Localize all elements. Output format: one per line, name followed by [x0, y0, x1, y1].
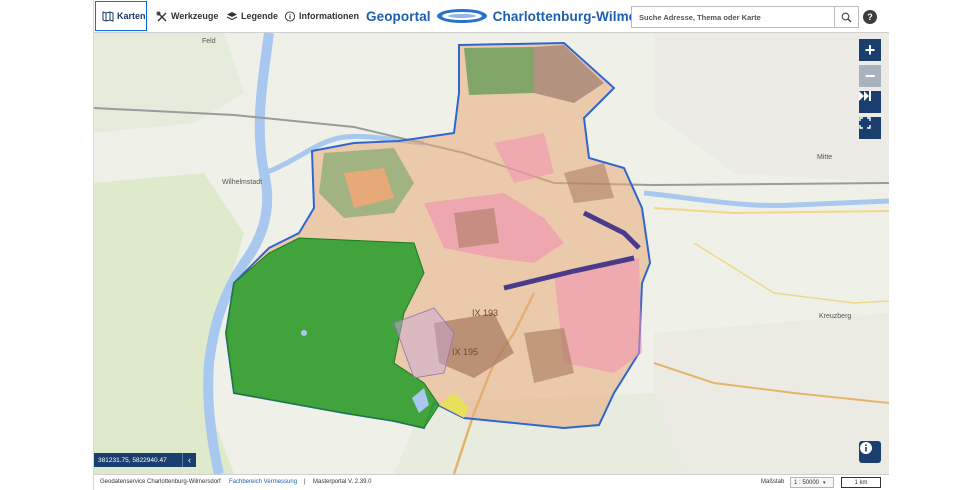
scale-select[interactable]: 1 : 50000 ▾	[790, 477, 834, 488]
menu-werkzeuge-label: Werkzeuge	[171, 11, 219, 21]
search-icon	[841, 12, 852, 22]
label-mitte: Mitte	[817, 154, 832, 161]
logo-geoportal-text: Geoportal	[366, 8, 431, 24]
menu-legende[interactable]: Legende	[220, 0, 284, 32]
layers-icon	[226, 11, 238, 22]
label-feld: Feld	[202, 38, 216, 45]
map-info-button[interactable]	[859, 441, 881, 463]
map-canvas: Feld Wilhelmstadt Mitte Kreuzberg IX 193…	[94, 33, 889, 474]
menu-informationen-label: Informationen	[299, 11, 359, 21]
label-plot-193: IX 193	[472, 308, 498, 318]
search-button[interactable]	[834, 7, 858, 27]
collapse-coordinates-button[interactable]: ‹	[182, 453, 196, 467]
zoom-in-button[interactable]: +	[859, 39, 881, 61]
map-viewport[interactable]: Feld Wilhelmstadt Mitte Kreuzberg IX 193…	[94, 33, 889, 474]
info-circle-icon	[284, 10, 296, 22]
district-emblem-icon	[436, 9, 487, 23]
park-north	[464, 47, 534, 95]
expand-icon	[859, 117, 871, 129]
footer-scale-label: Maßstab	[761, 479, 785, 485]
footer-version: Masterportal V. 2.39.0	[313, 479, 372, 485]
help-button[interactable]: ?	[863, 10, 877, 24]
geoportal-app: Karten Werkzeuge Legende Informationen G…	[93, 0, 889, 490]
label-wilhelmstadt: Wilhelmstadt	[222, 179, 262, 186]
portal-logo[interactable]: Geoportal Charlottenburg-Wilmersdorf	[366, 0, 676, 32]
chevron-left-icon: ‹	[188, 455, 191, 465]
tools-icon	[156, 11, 168, 22]
footer-service: Geodatenservice Charlottenburg-Wilmersdo…	[100, 479, 221, 485]
search-input[interactable]	[632, 7, 832, 27]
menu-werkzeuge[interactable]: Werkzeuge	[150, 0, 224, 32]
footer-separator: |	[304, 479, 306, 485]
menu-legende-label: Legende	[241, 11, 279, 21]
fast-forward-icon	[859, 91, 871, 101]
suburb-area-se	[654, 313, 889, 474]
chevron-down-icon: ▾	[823, 479, 826, 486]
pond-forest	[301, 330, 307, 336]
label-kreuzberg: Kreuzberg	[819, 313, 851, 320]
residential-block-center	[454, 208, 499, 248]
menu-informationen[interactable]: Informationen	[278, 0, 365, 32]
menu-karten-label: Karten	[117, 11, 146, 21]
menu-karten[interactable]: Karten	[95, 1, 147, 31]
scale-bar: 1 km	[841, 477, 881, 488]
zoom-out-button[interactable]: −	[859, 65, 881, 87]
coordinates-display: 381231.75, 5822940.47	[94, 453, 182, 467]
label-plot-195: IX 195	[452, 347, 478, 357]
map-book-icon	[102, 10, 114, 22]
next-view-button[interactable]	[859, 91, 881, 113]
fullscreen-button[interactable]	[859, 117, 881, 139]
scale-value: 1 : 50000	[794, 479, 820, 486]
top-menu-bar: Karten Werkzeuge Legende Informationen G…	[94, 0, 889, 33]
footer-vermessung-link[interactable]: Fachbereich Vermessung	[229, 479, 297, 485]
search-box	[631, 6, 859, 28]
footer-bar: Geodatenservice Charlottenburg-Wilmersdo…	[94, 474, 889, 490]
info-icon	[860, 442, 872, 454]
